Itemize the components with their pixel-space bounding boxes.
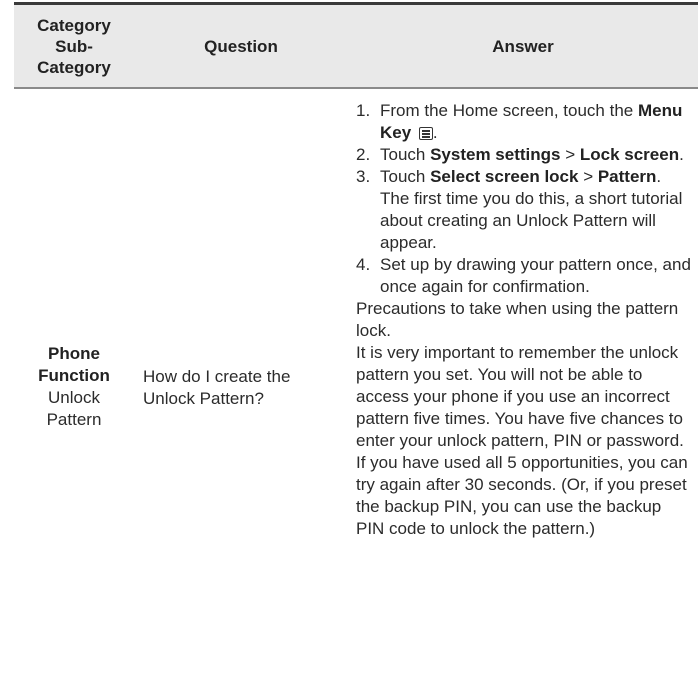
answer-cell: 1. From the Home screen, touch the Menu …: [356, 100, 694, 540]
category-cell: Phone Function Unlock Pattern: [14, 89, 134, 685]
step-separator: >: [578, 167, 598, 186]
step-text-end: .: [679, 145, 684, 164]
step-bold: Select screen lock: [430, 167, 579, 186]
step-number: 1.: [356, 101, 371, 120]
step-item: 1. From the Home screen, touch the Menu …: [356, 100, 694, 144]
steps-list: 1. From the Home screen, touch the Menu …: [356, 100, 694, 298]
step-separator: >: [560, 145, 580, 164]
step-bold: System settings: [430, 145, 561, 164]
step-text: Touch: [380, 167, 431, 186]
precautions-text: It is very important to remember the unl…: [356, 343, 688, 538]
step-text: Set up by drawing your pattern once, and…: [380, 255, 691, 296]
header-answer: Answer: [492, 36, 554, 56]
menu-key-icon: [418, 127, 433, 140]
question-cell: How do I create the Unlock Pattern?: [143, 367, 291, 408]
header-subcategory: Sub-Category: [37, 36, 111, 77]
header-question: Question: [204, 36, 278, 56]
header-category-cell: Category Sub-Category: [14, 5, 134, 87]
step-item: 3. Touch Select screen lock > Pattern. T…: [356, 166, 694, 254]
step-number: 2.: [356, 145, 371, 164]
step-text-end: .: [432, 123, 438, 142]
step-item: 4. Set up by drawing your pattern once, …: [356, 254, 694, 298]
step-text: From the Home screen, touch the: [380, 101, 638, 120]
step-number: 4.: [356, 255, 371, 274]
step-item: 2. Touch System settings > Lock screen.: [356, 144, 694, 166]
precautions-heading: Precautions to take when using the patte…: [356, 299, 679, 340]
step-bold-2: Pattern: [597, 167, 657, 186]
header-category: Category: [37, 15, 111, 35]
step-number: 3.: [356, 167, 371, 186]
row-subcategory: Unlock Pattern: [46, 388, 102, 429]
row-category: Phone Function: [38, 344, 110, 385]
step-text: Touch: [380, 145, 431, 164]
step-bold-2: Lock screen: [579, 145, 680, 164]
